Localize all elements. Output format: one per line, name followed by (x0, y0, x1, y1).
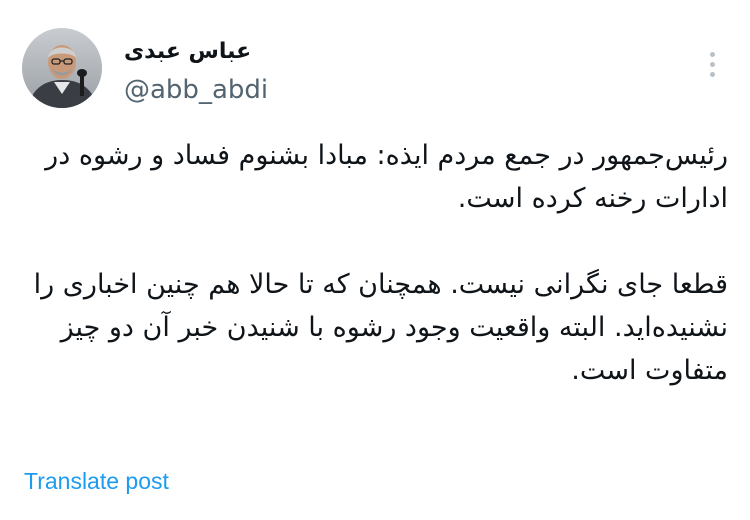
post-card: عباس عبدی @abb_abdi رئیس‌جمهور در جمع مر… (0, 0, 750, 520)
display-name[interactable]: عباس عبدی (124, 38, 254, 66)
avatar[interactable] (22, 28, 102, 108)
avatar-photo (22, 28, 102, 108)
handle[interactable]: @abb_abdi (124, 74, 268, 106)
translate-post-link[interactable]: Translate post (24, 466, 169, 496)
more-dot (709, 72, 715, 77)
more-vertical-icon[interactable] (700, 48, 724, 84)
post-paragraph-1: رئیس‌جمهور در جمع مردم ایذه: مبادا بشنوم… (45, 140, 728, 214)
post-paragraph-2: قطعا جای نگرانی نیست. همچنان که تا حالا … (33, 269, 728, 386)
more-dot (709, 62, 715, 67)
post-text: رئیس‌جمهور در جمع مردم ایذه: مبادا بشنوم… (22, 134, 728, 392)
more-dot (709, 52, 715, 57)
